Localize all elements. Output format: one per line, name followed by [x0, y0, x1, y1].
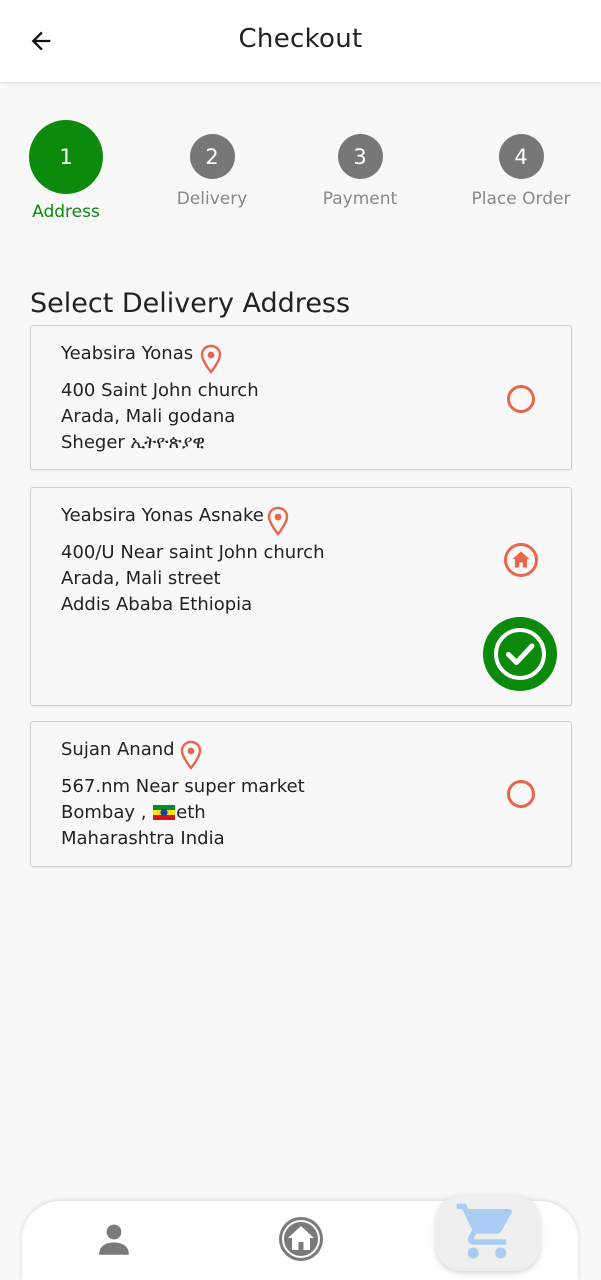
nav-home[interactable]	[275, 1213, 327, 1265]
step-number-circle: 1	[29, 120, 103, 194]
address-line-1: 567.nm Near super market	[61, 776, 305, 797]
cart-icon	[456, 1203, 512, 1259]
step-place-order[interactable]: 4 Place Order	[466, 134, 576, 209]
section-title: Select Delivery Address	[30, 288, 351, 319]
nav-cart[interactable]	[436, 1195, 540, 1271]
nav-profile[interactable]	[90, 1215, 138, 1263]
address-line-2-prefix: Bombay ,	[61, 802, 153, 823]
app-bar: Checkout	[0, 0, 601, 82]
address-name: Yeabsira Yonas	[61, 343, 194, 364]
address-card[interactable]: Sujan Anand 567.nm Near super market Bom…	[30, 721, 572, 867]
address-line-1: 400 Saint John church	[61, 380, 259, 401]
home-icon	[504, 543, 538, 577]
location-pin-icon	[200, 344, 222, 374]
step-payment[interactable]: 3 Payment	[315, 134, 405, 209]
address-card[interactable]: Yeabsira Yonas 400 Saint John church Ara…	[30, 325, 572, 470]
step-label: Place Order	[471, 189, 571, 209]
address-line-2: Bombay , eth	[61, 802, 206, 823]
address-select-radio[interactable]	[507, 780, 535, 808]
page-title: Checkout	[238, 24, 363, 54]
step-label: Delivery	[176, 189, 248, 209]
person-icon	[99, 1224, 129, 1255]
address-line-2-suffix: eth	[176, 802, 206, 823]
address-line-3: Sheger ኢትዮጵያዊ	[61, 432, 205, 453]
address-select-radio[interactable]	[507, 385, 535, 413]
step-delivery[interactable]: 2 Delivery	[172, 134, 252, 209]
address-name: Sujan Anand	[61, 739, 175, 760]
address-line-2: Arada, Mali godana	[61, 406, 236, 427]
bottom-navigation	[22, 1195, 578, 1280]
home-icon	[279, 1217, 323, 1261]
location-pin-icon	[267, 506, 289, 536]
address-card[interactable]: Yeabsira Yonas Asnake 400/U Near saint J…	[30, 487, 572, 706]
step-label: Payment	[322, 189, 398, 209]
step-number-circle: 2	[189, 134, 235, 179]
address-line-3: Addis Ababa Ethiopia	[61, 594, 253, 615]
location-pin-icon	[180, 740, 202, 770]
step-number-circle: 4	[498, 134, 544, 179]
address-line-2: Arada, Mali street	[61, 568, 221, 589]
ethiopia-flag-icon	[153, 805, 176, 820]
address-name: Yeabsira Yonas Asnake	[61, 505, 264, 526]
step-number-circle: 3	[337, 134, 383, 179]
address-line-3: Maharashtra India	[61, 828, 225, 849]
step-label: Address	[32, 202, 100, 222]
step-address[interactable]: 1 Address	[29, 120, 103, 222]
check-circle-icon	[483, 617, 557, 691]
address-line-1: 400/U Near saint John church	[61, 542, 325, 563]
